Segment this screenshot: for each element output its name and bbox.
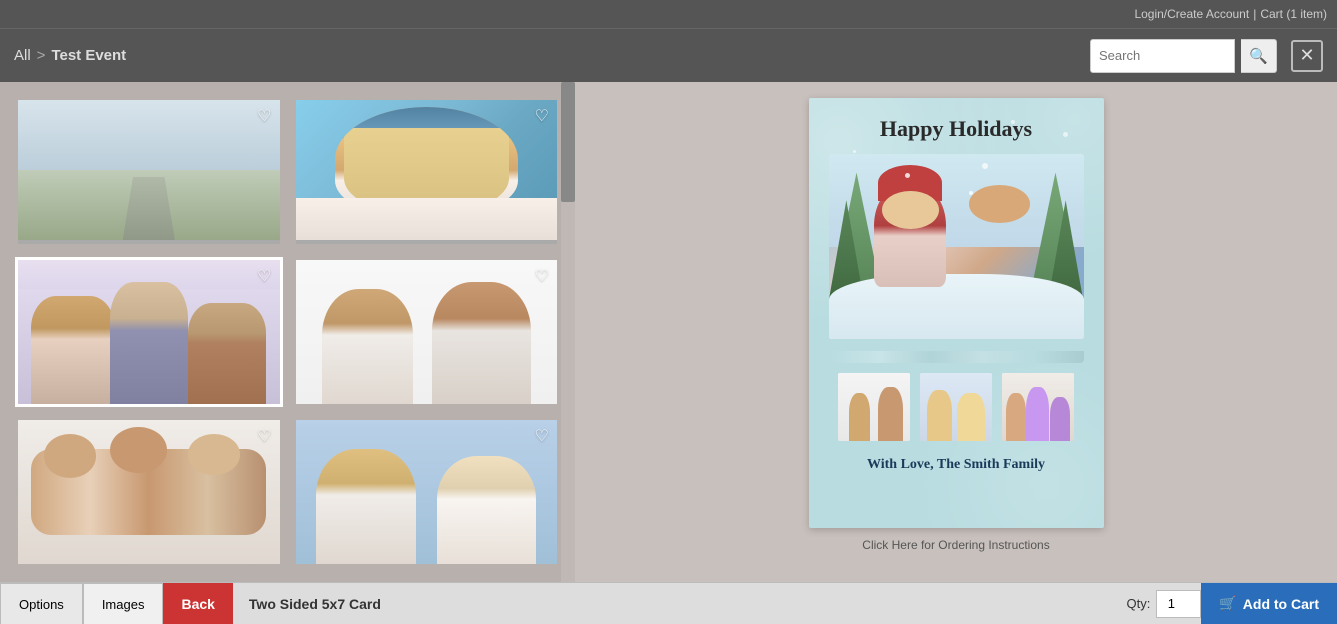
photo-winter-preview — [18, 100, 280, 240]
tab-images[interactable]: Images — [83, 583, 164, 624]
card-wave-divider — [829, 351, 1084, 363]
search-icon: 🔍 — [1249, 47, 1268, 65]
card-small-photo-2 — [920, 373, 992, 441]
breadcrumb-all[interactable]: All — [14, 47, 31, 64]
tab-options[interactable]: Options — [0, 583, 83, 624]
photo-cell-6[interactable]: ♡ — [296, 420, 558, 564]
heart-icon-6[interactable]: ♡ — [535, 426, 549, 446]
card-small-photos — [838, 373, 1074, 441]
cart-link[interactable]: Cart (1 item) — [1260, 7, 1327, 21]
heart-icon-2[interactable]: ♡ — [535, 106, 549, 126]
breadcrumb-event[interactable]: Test Event — [51, 47, 126, 64]
top-bar: Login/Create Account | Cart (1 item) — [0, 0, 1337, 28]
breadcrumb: All > Test Event — [14, 47, 1090, 64]
cart-icon: 🛒 — [1219, 595, 1236, 612]
scrollbar-thumb[interactable] — [561, 82, 575, 202]
card-title: Happy Holidays — [880, 116, 1032, 142]
product-label: Two Sided 5x7 Card — [233, 596, 1127, 612]
close-icon: ✕ — [1299, 45, 1314, 66]
photo-cell-2[interactable]: ♡ — [296, 100, 558, 244]
heart-icon-4[interactable]: ♡ — [535, 266, 549, 286]
heart-icon-3[interactable]: ♡ — [257, 266, 271, 286]
scrollbar-track[interactable] — [561, 82, 575, 582]
heart-icon-5[interactable]: ♡ — [257, 426, 271, 446]
login-link[interactable]: Login/Create Account — [1134, 7, 1249, 21]
preview-panel: Happy Holidays — [575, 82, 1337, 582]
photo-cell-1[interactable]: ♡ — [18, 100, 280, 244]
snow-dot — [853, 150, 856, 153]
qty-label: Qty: — [1127, 596, 1151, 611]
photo-family1-preview — [18, 260, 280, 400]
search-area: 🔍 ✕ — [1090, 39, 1323, 73]
photo-cell-4[interactable]: ♡ — [296, 260, 558, 404]
main-content: ♡ ♡ — [0, 82, 1337, 582]
search-button[interactable]: 🔍 — [1241, 39, 1277, 73]
card-small-photo-3 — [1002, 373, 1074, 441]
add-to-cart-button[interactable]: 🛒 Add to Cart — [1201, 583, 1337, 624]
card-small-photo-1 — [838, 373, 910, 441]
photo-cell-5[interactable]: ♡ — [18, 420, 280, 564]
photo-grid: ♡ ♡ — [0, 82, 575, 582]
qty-input[interactable] — [1156, 590, 1201, 618]
search-input[interactable] — [1090, 39, 1235, 73]
photo-panel: ♡ ♡ — [0, 82, 575, 582]
card-message: With Love, The Smith Family — [867, 457, 1045, 473]
heart-icon-1[interactable]: ♡ — [257, 106, 271, 126]
snow-dot — [1063, 132, 1068, 137]
top-separator: | — [1253, 7, 1256, 21]
photo-couple-preview — [296, 260, 558, 400]
bottom-bar: Options Images Back Two Sided 5x7 Card Q… — [0, 582, 1337, 624]
breadcrumb-separator: > — [37, 47, 46, 64]
photo-elderly-preview — [296, 420, 558, 560]
close-button[interactable]: ✕ — [1291, 40, 1323, 72]
card-preview: Happy Holidays — [809, 98, 1104, 528]
photo-family2-preview — [18, 420, 280, 560]
ordering-instructions-link[interactable]: Click Here for Ordering Instructions — [862, 538, 1049, 552]
nav-bar: All > Test Event 🔍 ✕ — [0, 28, 1337, 82]
back-button[interactable]: Back — [163, 583, 232, 624]
card-main-photo — [829, 154, 1084, 339]
photo-woman-preview — [296, 100, 558, 240]
photo-cell-3[interactable]: ♡ — [18, 260, 280, 404]
add-to-cart-label: Add to Cart — [1243, 596, 1319, 612]
